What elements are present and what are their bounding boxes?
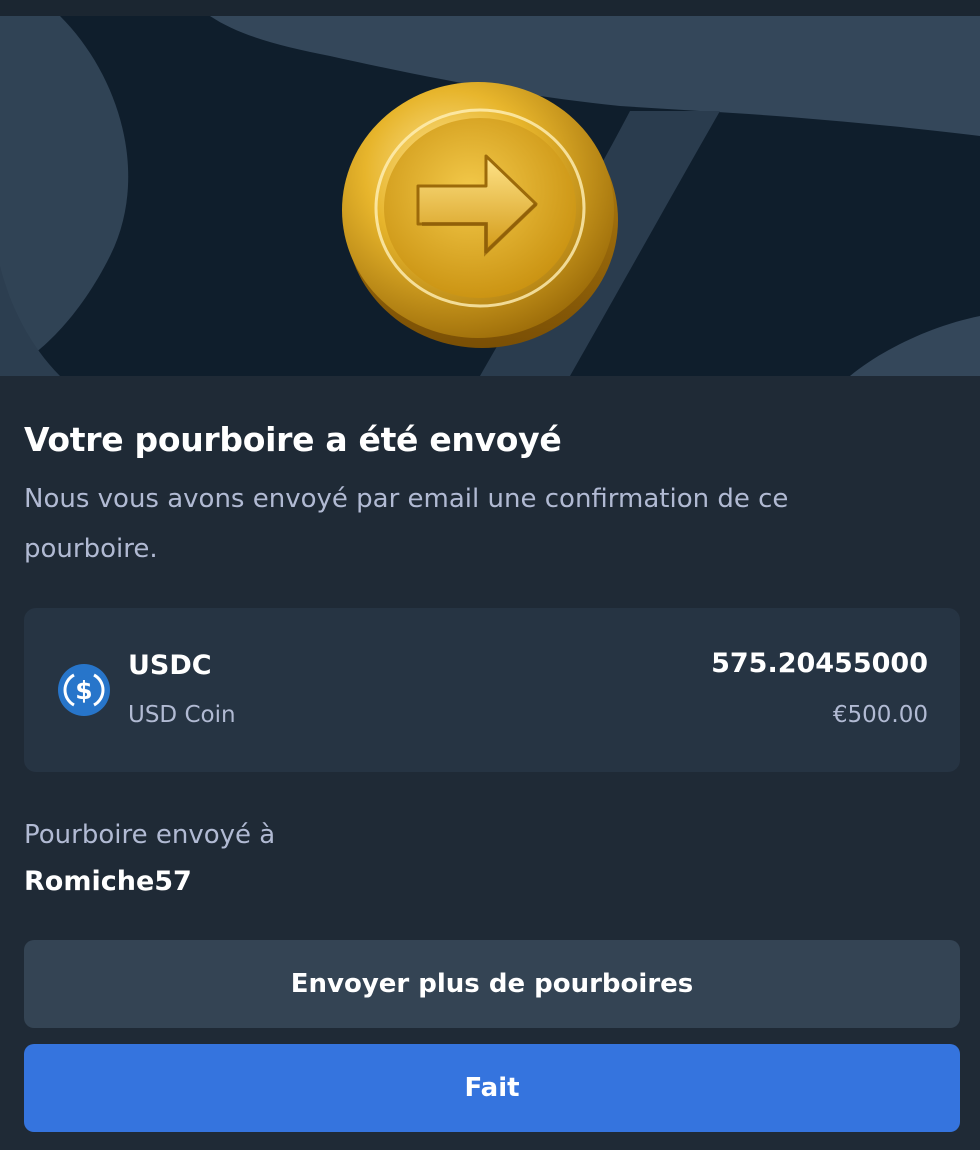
tip-sent-modal: Votre pourboire a été envoyé Nous vous a… — [0, 0, 980, 1150]
send-more-tips-button[interactable]: Envoyer plus de pourboires — [24, 940, 960, 1028]
modal-top-strip — [0, 0, 980, 16]
usdc-icon: $ — [58, 664, 110, 716]
hero-banner — [0, 16, 980, 376]
recipient-label: Pourboire envoyé à — [24, 820, 276, 850]
currency-code: USDC — [128, 650, 212, 681]
confirmation-title: Votre pourboire a été envoyé — [24, 420, 562, 459]
tip-amount: 575.20455000 — [711, 648, 928, 679]
tip-fiat-value: €500.00 — [832, 702, 928, 728]
confirmation-subtitle: Nous vous avons envoyé par email une con… — [24, 484, 789, 564]
recipient-username: Romiche57 — [24, 866, 192, 897]
currency-card: $ USDC USD Coin 575.20455000 €500.00 — [24, 608, 960, 772]
svg-text:$: $ — [75, 676, 92, 705]
gold-coin-arrow-right-icon — [342, 82, 618, 348]
currency-name: USD Coin — [128, 702, 236, 728]
done-button[interactable]: Fait — [24, 1044, 960, 1132]
